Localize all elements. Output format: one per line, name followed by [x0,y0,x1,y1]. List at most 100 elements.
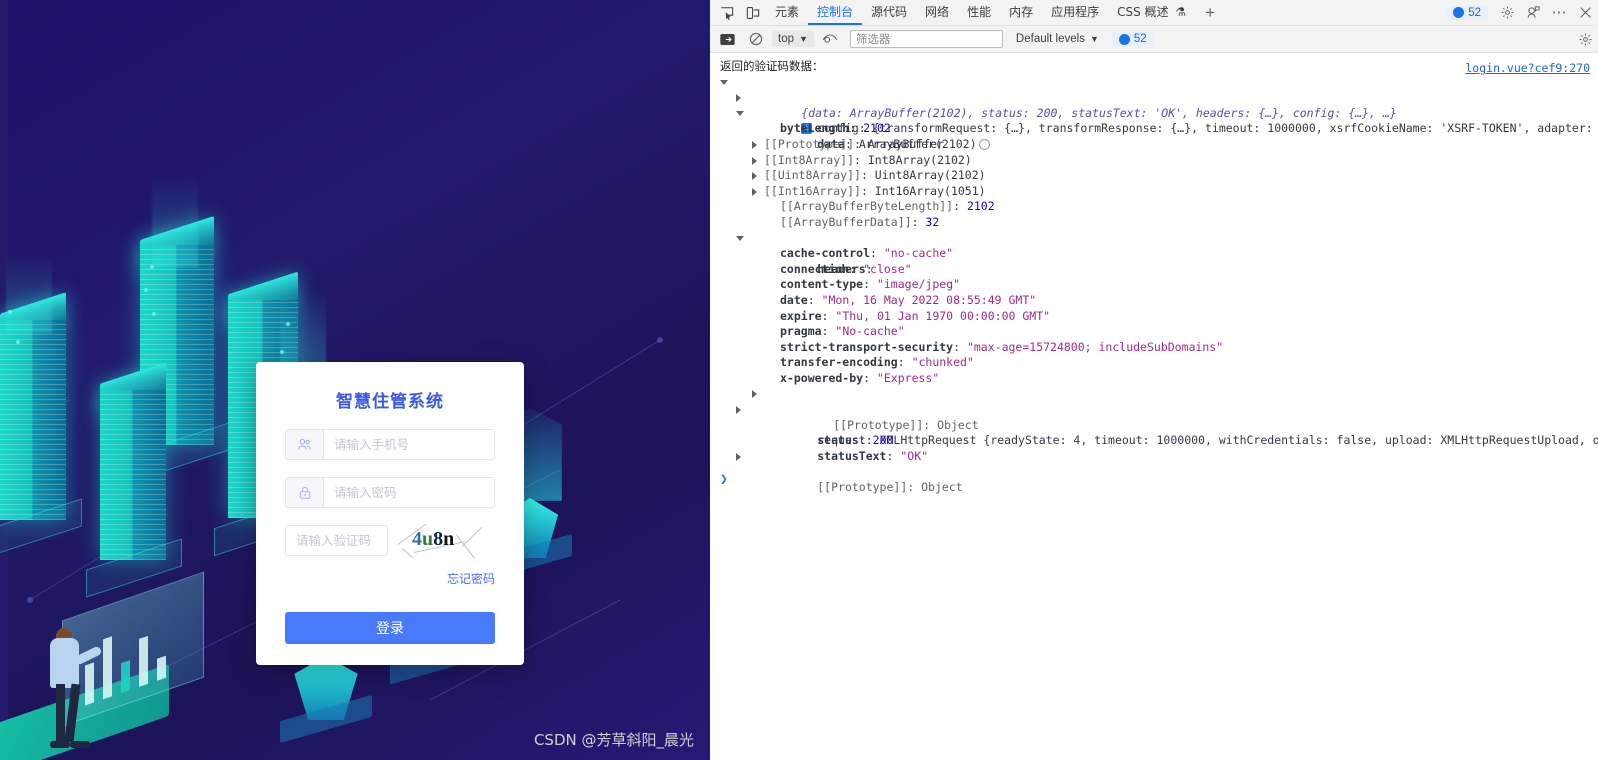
inspect-element-icon[interactable] [714,1,740,25]
more-tabs-button[interactable]: + [1195,2,1225,24]
console-settings-gear-icon[interactable] [1572,27,1598,51]
console-sidebar-toggle-icon[interactable] [714,27,740,51]
password-input[interactable] [323,477,495,508]
row-key: [[ArrayBufferByteLength]] [780,199,954,214]
row-value: 32 [925,214,940,229]
particle-dot [16,340,20,344]
captcha-row: 4u8n [285,523,495,558]
close-devtools-icon[interactable] [1572,1,1598,25]
arraybuffer-row[interactable]: [[Int8Array]]: Int8Array(2102) [710,153,1598,169]
expand-triangle-icon[interactable] [736,94,741,103]
particle-dot [286,322,290,326]
row-separator: : [953,199,967,214]
row-value: Int16Array(1051) [874,183,986,198]
login-button[interactable]: 登录 [285,612,495,644]
expand-triangle-icon[interactable] [752,187,757,196]
arraybuffer-row[interactable]: [[Prototype]]: ArrayBuffer [710,137,1598,153]
expand-triangle-icon[interactable] [736,235,744,241]
tab-performance[interactable]: 性能 [958,0,1000,25]
row-key: [[ArrayBufferData]] [780,214,912,229]
headers-prototype-row[interactable]: [[Prototype]]: Object [710,386,1598,432]
tab-application[interactable]: 应用程序 [1042,0,1108,25]
arraybuffer-row[interactable]: [[Int16Array]]: Int16Array(1051) [710,184,1598,200]
row-separator: : [821,324,836,339]
row-separator: : [860,183,875,198]
header-value: "No-cache" [835,324,905,339]
tab-sources[interactable]: 源代码 [862,0,916,25]
arraybuffer-rows: byteLength: 2102 [[Prototype]]: ArrayBuff… [710,121,1598,230]
particle-dot [144,288,148,292]
device-toolbar-icon[interactable] [740,1,766,25]
phone-input[interactable] [323,429,495,460]
captcha-image[interactable]: 4u8n [396,523,494,558]
expand-triangle-icon[interactable] [752,140,757,149]
arraybuffer-row[interactable]: [[Uint8Array]]: Uint8Array(2102) [710,168,1598,184]
expand-triangle-icon[interactable] [752,172,757,181]
http-header-row: connection: "close" [710,262,1598,278]
phone-field-row [285,429,495,460]
lock-icon [285,477,323,508]
prompt-caret-icon: ❯ [720,472,728,488]
http-header-row: strict-transport-security: "max-age=1572… [710,340,1598,356]
console-filter-toolbar: top ▼ Default levels ▼ 52 [710,26,1598,53]
row-separator: : [953,339,967,354]
expand-triangle-icon[interactable] [752,156,757,165]
tower-beam [6,255,52,333]
header-key: content-type [780,277,864,292]
captcha-input[interactable] [285,525,388,556]
tab-console[interactable]: 控制台 [808,0,863,25]
more-options-icon[interactable]: ⋯ [1546,1,1572,25]
devtools-tabbar: 元素 控制台 源代码 网络 性能 内存 应用程序 CSS 概述 ⚗ + 52 ⋯ [710,0,1598,26]
execution-context-select[interactable]: top ▼ [772,31,814,47]
console-output[interactable]: login.vue?cef9:270 返回的验证码数据： {data: Arra… [710,53,1598,760]
row-separator: : [863,277,877,292]
particle-dot [150,265,154,269]
expand-triangle-icon[interactable] [736,452,741,461]
experiment-flask-icon: ⚗ [1175,5,1187,19]
console-filter-input[interactable] [849,30,1003,48]
analyst-illustration [0,570,204,760]
headers-row[interactable]: headers: [710,231,1598,276]
http-header-rows: cache-control: "no-cache" connection: "cl… [710,246,1598,386]
http-header-row: pragma: "No-cache" [710,324,1598,340]
forgot-password-link[interactable]: 忘记密码 [285,570,495,587]
root-prototype-row[interactable]: [[Prototype]]: Object [710,449,1598,494]
tower-beam [152,175,198,267]
issues-count: 52 [1468,6,1481,19]
row-separator: : [911,214,926,229]
expand-triangle-icon[interactable] [736,406,741,415]
row-separator: : [807,292,822,307]
feedback-icon[interactable] [1520,1,1546,25]
status-row: status: 200 [817,433,894,448]
log-levels-select[interactable]: Default levels ▼ [1016,33,1099,45]
header-key: connection [780,261,850,276]
settings-gear-icon[interactable] [1494,1,1520,25]
expand-triangle-icon[interactable] [720,79,728,85]
login-card: 智慧住管系统 请输入手机号 请输入验证码 4u8n 忘记密码 登录 [256,362,524,665]
row-value: Uint8Array(2102) [874,168,986,183]
tab-network[interactable]: 网络 [916,0,958,25]
tab-css-overview[interactable]: CSS 概述 ⚗ [1108,0,1195,25]
tab-memory[interactable]: 内存 [1000,0,1042,25]
expand-triangle-icon[interactable] [752,390,757,399]
row-separator: : [854,136,868,151]
data-row[interactable]: data: ArrayBuffer(2102) [710,106,1598,151]
expand-triangle-icon[interactable] [736,110,744,116]
live-expression-eye-icon[interactable] [817,27,843,51]
console-issues-badge[interactable]: 52 [1111,32,1154,46]
console-object-summary[interactable]: {data: ArrayBuffer(2102), status: 200, s… [710,75,1598,135]
tower-illustration [0,292,82,558]
header-value: "Mon, 16 May 2022 08:55:49 GMT" [821,292,1037,307]
chevron-down-icon: ▼ [1089,34,1099,44]
issues-badge[interactable]: 52 [1446,5,1488,20]
http-header-row: expire: "Thu, 01 Jan 1970 00:00:00 GMT" [710,309,1598,325]
password-field-row [285,477,495,508]
row-value: ArrayBuffer [867,136,945,151]
tab-elements[interactable]: 元素 [766,0,808,25]
header-value: "max-age=15724800; includeSubDomains" [966,339,1224,354]
config-row[interactable]: config: {transformRequest: {…}, transfor… [710,90,1598,135]
row-separator: : [821,308,836,323]
clear-console-icon[interactable] [743,27,769,51]
request-row[interactable]: request: XMLHttpRequest {readyState: 4, … [710,402,1598,447]
row-separator: : [860,168,875,183]
